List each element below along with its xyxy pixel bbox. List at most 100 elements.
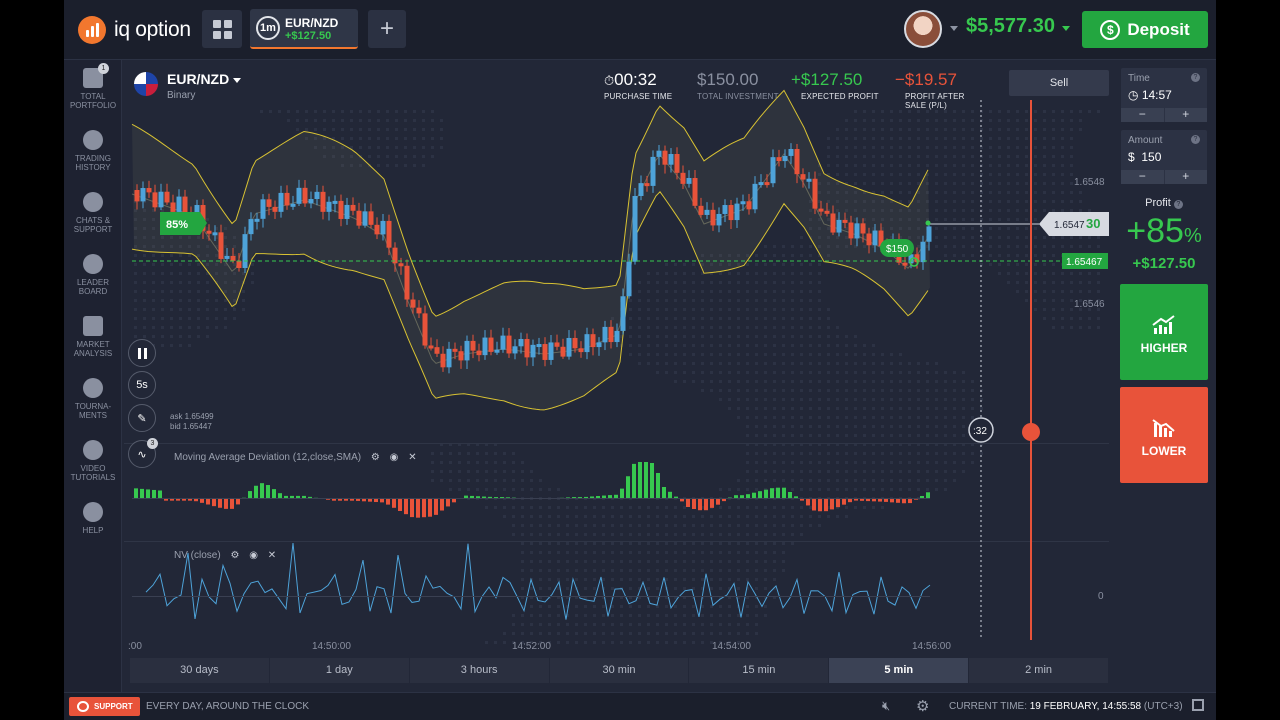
map-dot	[1079, 272, 1082, 275]
map-dot	[746, 632, 749, 635]
map-dot	[683, 308, 686, 311]
map-dot	[683, 335, 686, 338]
map-dot	[593, 632, 596, 635]
interval-tool-button[interactable]: 5s	[128, 371, 156, 399]
map-dot	[710, 515, 713, 518]
map-dot	[818, 389, 821, 392]
map-dot	[728, 281, 731, 284]
map-dot	[467, 470, 470, 473]
map-dot	[998, 191, 1001, 194]
map-dot	[872, 452, 875, 455]
candles-tool-button[interactable]	[128, 339, 156, 367]
eye-icon[interactable]: ◉	[249, 550, 258, 561]
timeframe-30-days[interactable]: 30 days	[130, 658, 270, 683]
amount-minus-button[interactable]: −	[1121, 170, 1165, 184]
price-chart[interactable]: 85%$1501.6547 301.654671.65481.65460:00 14…	[64, 0, 1216, 692]
map-dot	[944, 470, 947, 473]
time-selector[interactable]: Time ? ◷ 14:57 − +	[1121, 68, 1207, 122]
map-dot	[1061, 164, 1064, 167]
map-dot	[989, 155, 992, 158]
time-value[interactable]: ◷ 14:57	[1128, 88, 1172, 102]
time-plus-button[interactable]: +	[1165, 108, 1208, 122]
time-minus-button[interactable]: −	[1121, 108, 1165, 122]
map-dot	[818, 290, 821, 293]
settings-gear-icon[interactable]: ⚙	[230, 550, 239, 561]
map-dot	[845, 146, 848, 149]
support-button[interactable]: SUPPORT	[69, 697, 140, 716]
map-dot	[827, 317, 830, 320]
map-dot	[1043, 209, 1046, 212]
map-dot	[647, 515, 650, 518]
settings-gear-icon[interactable]: ⚙	[371, 452, 380, 463]
map-dot	[863, 173, 866, 176]
lower-button[interactable]: LOWER	[1120, 387, 1208, 483]
map-dot	[854, 506, 857, 509]
map-dot	[773, 254, 776, 257]
timeframe-30-min[interactable]: 30 min	[550, 658, 690, 683]
draw-tool-button[interactable]: ✎	[128, 404, 156, 432]
map-dot	[602, 506, 605, 509]
map-dot	[719, 551, 722, 554]
map-dot	[350, 137, 353, 140]
map-dot	[962, 155, 965, 158]
deviation-bar	[656, 473, 660, 498]
timeframe-15-min[interactable]: 15 min	[689, 658, 830, 683]
map-dot	[737, 416, 740, 419]
map-dot	[899, 407, 902, 410]
map-dot	[917, 128, 920, 131]
close-icon[interactable]: ✕	[268, 550, 276, 561]
map-dot	[800, 461, 803, 464]
map-dot	[341, 137, 344, 140]
deviation-bar	[644, 462, 648, 498]
timeframe-5-min[interactable]: 5 min	[829, 658, 970, 683]
map-dot	[143, 254, 146, 257]
higher-button[interactable]: HIGHER	[1120, 284, 1208, 380]
map-dot	[944, 173, 947, 176]
eye-icon[interactable]: ◉	[390, 452, 399, 463]
help-icon[interactable]: ?	[1191, 73, 1200, 82]
map-dot	[431, 470, 434, 473]
timeframe-2-min[interactable]: 2 min	[969, 658, 1110, 683]
map-dot	[629, 614, 632, 617]
amount-value[interactable]: $ 150	[1128, 150, 1161, 164]
map-dot	[1052, 164, 1055, 167]
fullscreen-icon[interactable]	[1192, 699, 1204, 711]
asset-selector[interactable]: EUR/NZD	[167, 71, 242, 87]
map-dot	[746, 614, 749, 617]
map-dot	[989, 173, 992, 176]
map-dot	[701, 353, 704, 356]
map-dot	[1079, 317, 1082, 320]
sell-button[interactable]: Sell	[1009, 70, 1109, 96]
indicators-tool-button[interactable]: ∿ 3	[128, 438, 158, 468]
deviation-bar	[248, 491, 252, 498]
map-dot	[143, 281, 146, 284]
map-dot	[656, 281, 659, 284]
map-dot	[1070, 173, 1073, 176]
amount-selector[interactable]: Amount ? $ 150 − +	[1121, 130, 1207, 184]
map-dot	[746, 263, 749, 266]
map-dot	[773, 560, 776, 563]
close-icon[interactable]: ✕	[408, 452, 416, 463]
map-dot	[818, 353, 821, 356]
settings-gear-icon[interactable]: ⚙	[916, 697, 929, 715]
map-dot	[899, 389, 902, 392]
map-dot	[728, 407, 731, 410]
amount-plus-button[interactable]: +	[1165, 170, 1208, 184]
mute-icon[interactable]: 🔇︎	[882, 698, 890, 714]
map-dot	[908, 398, 911, 401]
map-dot	[557, 632, 560, 635]
candle	[758, 182, 764, 186]
candle	[488, 337, 494, 352]
help-icon[interactable]: ?	[1173, 200, 1183, 209]
map-dot	[854, 362, 857, 365]
map-dot	[647, 506, 650, 509]
candle	[626, 261, 632, 297]
current-price-main: 1.6547	[1054, 220, 1085, 231]
map-dot	[953, 155, 956, 158]
help-icon[interactable]: ?	[1191, 135, 1200, 144]
timeframe-1-day[interactable]: 1 day	[270, 658, 410, 683]
map-dot	[539, 506, 542, 509]
map-dot	[971, 380, 974, 383]
timeframe-3-hours[interactable]: 3 hours	[410, 658, 550, 683]
map-dot	[1016, 290, 1019, 293]
